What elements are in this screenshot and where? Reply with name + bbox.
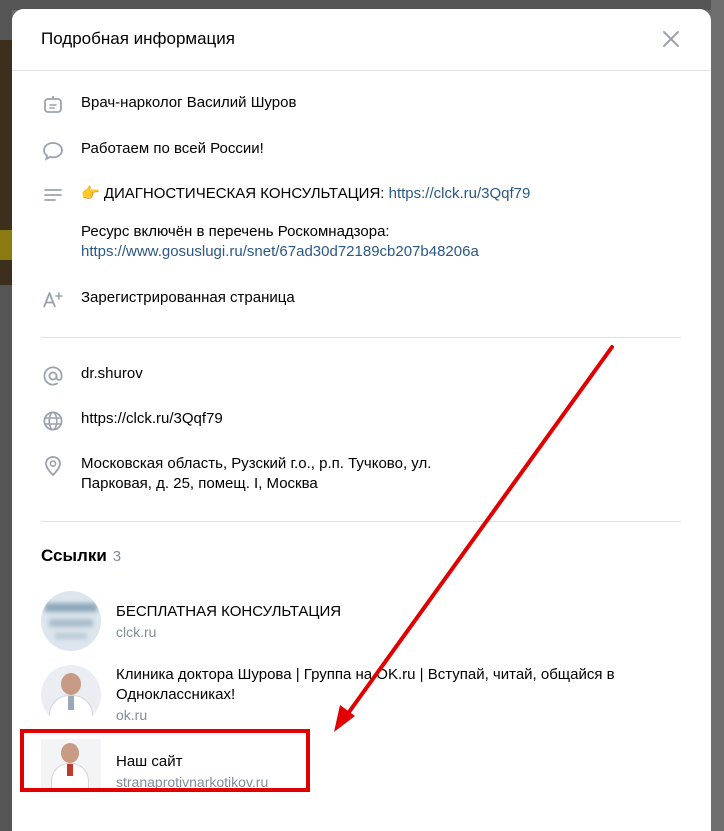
- address-line-2: Парковая, д. 25, помещ. I, Москва: [81, 475, 318, 492]
- modal-header: Подробная информация: [12, 9, 711, 71]
- link-thumbnail: [41, 591, 101, 651]
- annotation-highlight-box: [20, 729, 310, 792]
- text-lines-icon: [41, 184, 67, 210]
- address-link[interactable]: Московская область, Рузский г.о., р.п. Т…: [81, 454, 431, 494]
- background-right-strip: [711, 0, 724, 831]
- location-pin-icon: [41, 454, 67, 480]
- nickname-text: dr.shurov: [81, 365, 143, 382]
- info-status-row: Работаем по всей России!: [41, 139, 681, 165]
- links-section-title: Ссылки 3: [41, 546, 121, 566]
- description-text: ДИАГНОСТИЧЕСКАЯ КОНСУЛЬТАЦИЯ:: [103, 185, 389, 202]
- website-link[interactable]: https://clck.ru/3Qqf79: [81, 409, 223, 429]
- link-thumbnail: [41, 665, 101, 725]
- close-button[interactable]: [661, 29, 681, 49]
- details-modal: Подробная информация Врач-нарколог Васил…: [12, 9, 711, 831]
- link-title-line-1: Клиника доктора Шурова | Группа на OK.ru…: [116, 666, 615, 683]
- close-icon: [663, 31, 679, 47]
- contact-address-row: Московская область, Рузский г.о., р.п. Т…: [41, 454, 681, 494]
- link-title-line-2: Одноклассниках!: [116, 686, 236, 703]
- link-item[interactable]: Клиника доктора Шурова | Группа на OK.ru…: [41, 665, 681, 725]
- registry-text: Ресурс включён в перечень Роскомнадзора:: [81, 223, 390, 240]
- info-name-row: Врач-нарколог Василий Шуров: [41, 93, 681, 119]
- registry-link[interactable]: https://www.gosuslugi.ru/snet/67ad30d721…: [81, 242, 530, 262]
- status-text: Работаем по всей России!: [81, 140, 264, 157]
- section-divider: [41, 521, 681, 522]
- description-block: 👉 ДИАГНОСТИЧЕСКАЯ КОНСУЛЬТАЦИЯ: https://…: [81, 184, 530, 262]
- link-item[interactable]: БЕСПЛАТНАЯ КОНСУЛЬТАЦИЯ clck.ru: [41, 591, 681, 651]
- link-domain: ok.ru: [116, 707, 148, 723]
- at-sign-icon: [41, 364, 67, 390]
- link-domain: clck.ru: [116, 624, 157, 640]
- pointing-hand-emoji: 👉: [81, 185, 100, 202]
- info-description-row: 👉 ДИАГНОСТИЧЕСКАЯ КОНСУЛЬТАЦИЯ: https://…: [41, 184, 681, 262]
- link-title: БЕСПЛАТНАЯ КОНСУЛЬТАЦИЯ: [116, 603, 342, 620]
- registered-page-link[interactable]: Зарегистрированная страница: [81, 288, 295, 308]
- badge-icon: [41, 93, 67, 119]
- links-count: 3: [112, 548, 122, 565]
- links-title-text: Ссылки: [41, 546, 107, 565]
- profile-name: Врач-нарколог Василий Шуров: [81, 94, 297, 111]
- modal-title: Подробная информация: [41, 29, 235, 48]
- info-registered-row: Зарегистрированная страница: [41, 288, 681, 314]
- verified-font-icon: [41, 288, 67, 314]
- contact-nickname-row: dr.shurov: [41, 364, 681, 390]
- contact-website-row: https://clck.ru/3Qqf79: [41, 409, 681, 435]
- description-link[interactable]: https://clck.ru/3Qqf79: [389, 185, 531, 202]
- speech-bubble-icon: [41, 139, 67, 165]
- background-left-strip: [0, 0, 12, 831]
- section-divider: [41, 337, 681, 338]
- globe-icon: [41, 409, 67, 435]
- address-line-1: Московская область, Рузский г.о., р.п. Т…: [81, 455, 432, 472]
